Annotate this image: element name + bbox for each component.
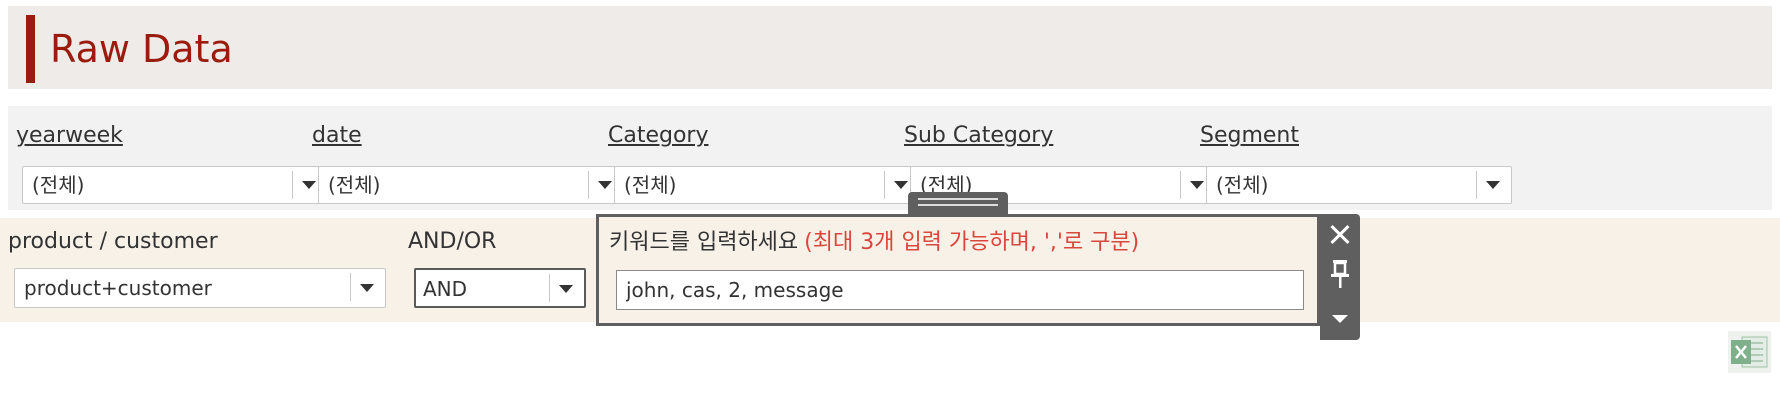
chevron-down-icon[interactable] (1486, 181, 1500, 189)
segment-selected-value: (전체) (1216, 173, 1269, 197)
pin-icon[interactable] (1320, 254, 1360, 294)
panel-toolbar (1320, 214, 1360, 340)
title-banner: Raw Data (8, 6, 1772, 89)
keyword-prompt: 키워드를 입력하세요 (최대 3개 입력 가능하며, ','로 구분) (609, 229, 1139, 257)
keyword-prompt-text: 키워드를 입력하세요 (609, 230, 799, 255)
close-icon[interactable] (1320, 214, 1360, 254)
search-target-selected-value: product+customer (24, 276, 212, 300)
dropdown-divider (1180, 171, 1181, 199)
filter-label-segment: Segment (1200, 123, 1299, 148)
category-dropdown[interactable]: (전체) (614, 166, 920, 204)
dropdown-divider (549, 274, 550, 302)
dropdown-divider (292, 171, 293, 199)
filter-label-sub-category: Sub Category (904, 123, 1054, 148)
operator-dropdown[interactable]: AND (414, 268, 586, 308)
grip-line (918, 204, 998, 206)
chevron-down-icon[interactable] (302, 181, 316, 189)
filter-label-date: date (312, 123, 362, 148)
grip-line (918, 198, 998, 200)
operator-label: AND/OR (408, 229, 497, 254)
dropdown-divider (884, 171, 885, 199)
dropdown-divider (588, 171, 589, 199)
chevron-down-icon[interactable] (894, 181, 908, 189)
filter-bar: yearweek (전체) date (전체) Category (전체) Su… (8, 106, 1772, 210)
page-title: Raw Data (50, 27, 233, 71)
yearweek-selected-value: (전체) (32, 173, 85, 197)
category-selected-value: (전체) (624, 173, 677, 197)
keyword-hint: (최대 3개 입력 가능하며, ','로 구분) (804, 230, 1140, 255)
excel-icon[interactable] (1728, 331, 1771, 373)
dropdown-divider (350, 273, 351, 301)
keyword-input[interactable] (616, 270, 1304, 310)
dropdown-divider (1476, 171, 1477, 199)
yearweek-dropdown[interactable]: (전체) (22, 166, 328, 204)
chevron-down-icon[interactable] (559, 285, 573, 293)
panel-drag-handle[interactable] (908, 192, 1008, 216)
date-selected-value: (전체) (328, 173, 381, 197)
title-accent-bar (26, 15, 35, 83)
keyword-search-panel: 키워드를 입력하세요 (최대 3개 입력 가능하며, ','로 구분) (596, 214, 1320, 326)
search-target-label: product / customer (8, 229, 218, 254)
chevron-down-icon[interactable] (598, 181, 612, 189)
chevron-down-icon[interactable] (360, 284, 374, 292)
operator-selected-value: AND (423, 277, 468, 301)
dropdown-arrow-icon[interactable] (1320, 298, 1360, 338)
date-dropdown[interactable]: (전체) (318, 166, 624, 204)
chevron-down-icon[interactable] (1190, 181, 1204, 189)
filter-label-category: Category (608, 123, 709, 148)
search-target-dropdown[interactable]: product+customer (14, 268, 386, 308)
segment-dropdown[interactable]: (전체) (1206, 166, 1512, 204)
filter-label-yearweek: yearweek (16, 123, 123, 148)
